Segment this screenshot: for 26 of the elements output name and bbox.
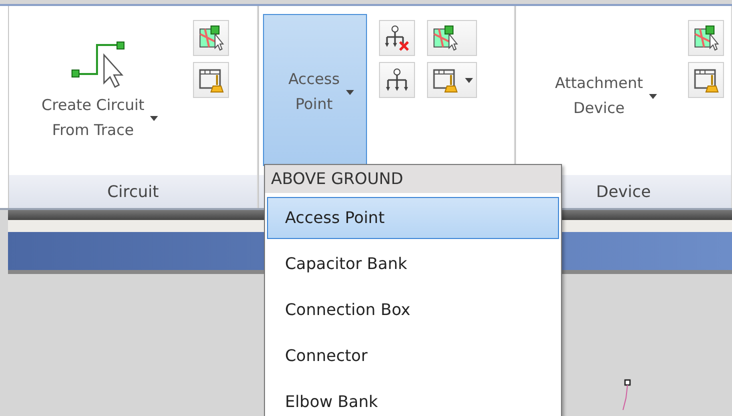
ribbon-icon-button[interactable]: [379, 20, 415, 56]
map-cursor-icon: [431, 24, 459, 52]
ribbon-large-button[interactable]: Create Circuit From Trace: [15, 14, 185, 175]
ribbon-icon-button[interactable]: [193, 62, 229, 98]
panel-label: Device: [596, 182, 651, 201]
panel-label: Circuit: [107, 182, 159, 201]
menu-header: ABOVE GROUND: [265, 165, 561, 193]
menu-item[interactable]: Capacitor Bank: [267, 243, 559, 285]
ribbon-icon-button[interactable]: [688, 62, 724, 98]
caret-icon: [346, 90, 354, 94]
menu-item[interactable]: Connection Box: [267, 289, 559, 331]
ribbon-icon-button[interactable]: [427, 20, 477, 56]
menu-item[interactable]: Access Point: [267, 197, 559, 239]
ribbon-icon-button[interactable]: [379, 62, 415, 98]
caret-icon: [465, 78, 473, 82]
menu-item[interactable]: Connector: [267, 335, 559, 377]
map-cursor-icon: [197, 24, 225, 52]
ribbon-icon-button[interactable]: [688, 20, 724, 56]
menu-item[interactable]: Elbow Bank: [267, 381, 559, 416]
ribbon-icon-button[interactable]: [427, 62, 477, 98]
ribbon-large-button[interactable]: Access Point: [263, 14, 367, 166]
tree-delete-icon: [383, 24, 411, 52]
map-cursor-icon: [692, 24, 720, 52]
caret-icon: [150, 116, 158, 120]
caret-icon: [648, 94, 657, 98]
ribbon-icon-button[interactable]: [193, 20, 229, 56]
